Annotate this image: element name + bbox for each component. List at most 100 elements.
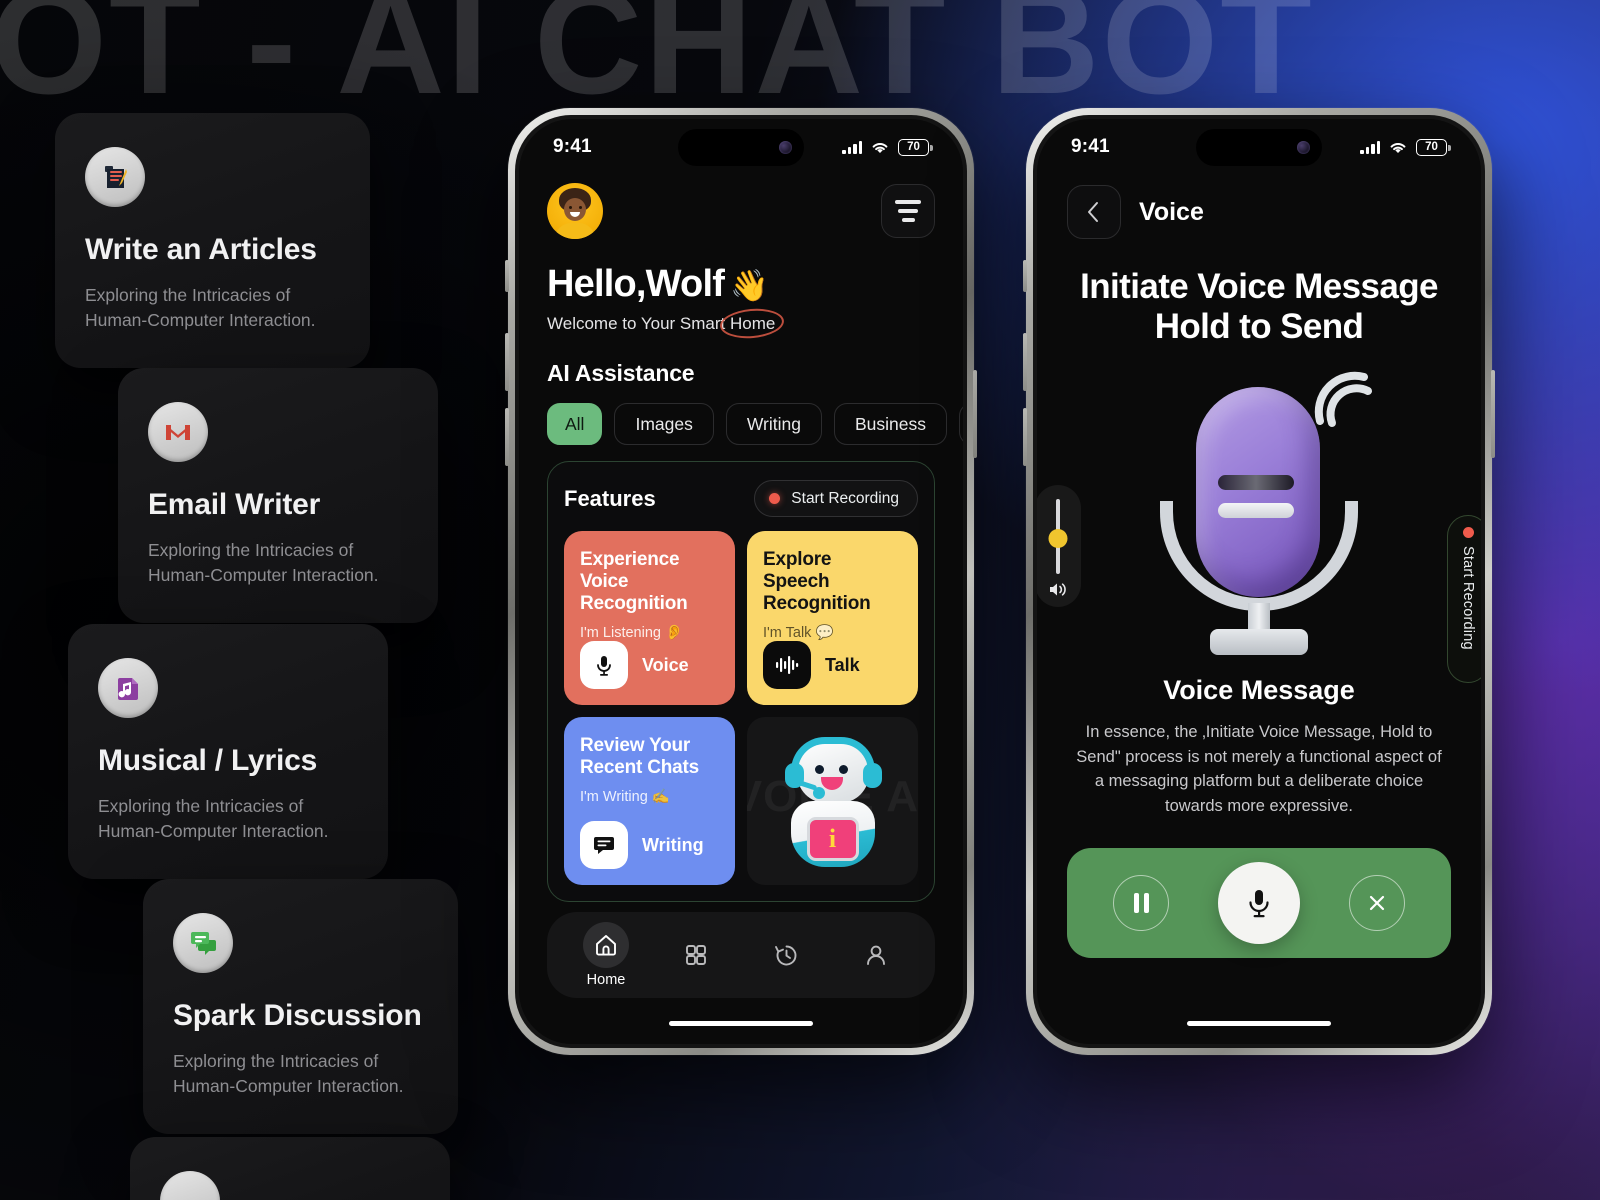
- wave-emoji-icon: 👋: [730, 268, 769, 303]
- feature-card-title: Write an Articles: [85, 233, 317, 266]
- status-bar: 9:41 70: [519, 119, 963, 175]
- nav-item-home[interactable]: Home: [583, 922, 629, 988]
- voice-message-description: In essence, the ‚Initiate Voice Message,…: [1076, 722, 1442, 816]
- start-recording-label: Start Recording: [1460, 546, 1476, 650]
- phone-b-screen: 9:41 70 Voice Initiate Voice Message Hol…: [1037, 119, 1481, 1044]
- slider-knob[interactable]: [1048, 529, 1068, 548]
- volume-up-button[interactable]: [505, 333, 509, 391]
- chat-bubbles-icon: [173, 913, 233, 973]
- start-recording-button[interactable]: Start Recording: [754, 480, 918, 517]
- volume-down-button[interactable]: [1023, 408, 1027, 466]
- tile-title: Explore Speech Recognition: [763, 549, 871, 615]
- tile-subtitle: I'm Talk 💬: [763, 625, 834, 642]
- feature-card-title: Email Writer: [148, 488, 321, 521]
- tile-recent-chats[interactable]: Review Your Recent Chats I'm Writing ✍️: [564, 717, 735, 886]
- chip-business[interactable]: Business: [833, 403, 947, 445]
- dynamic-island: [1196, 129, 1322, 166]
- start-recording-label: Start Recording: [791, 489, 899, 507]
- nav-item-profile[interactable]: [853, 932, 899, 978]
- tile-voice-recognition[interactable]: Experience Voice Recognition I'm Listeni…: [564, 531, 735, 706]
- power-button[interactable]: [1491, 370, 1495, 458]
- close-button[interactable]: [1348, 875, 1405, 931]
- robot-illustration: i: [777, 735, 889, 869]
- front-camera-icon: [1297, 141, 1310, 154]
- pause-button[interactable]: [1113, 875, 1170, 931]
- features-heading: Features: [564, 485, 656, 511]
- tile-robot-mascot[interactable]: VOICE AI: [747, 717, 918, 886]
- home-indicator: [1187, 1021, 1331, 1026]
- tile-speech-recognition[interactable]: Explore Speech Recognition I'm Talk 💬 Ta…: [747, 531, 918, 706]
- tile-action-label: Voice: [642, 654, 689, 675]
- category-chip-row: All Images Writing Business Creative: [547, 403, 963, 445]
- speaker-icon: [1050, 583, 1066, 596]
- feature-card-description: Exploring the Intricacies of Human-Compu…: [148, 540, 379, 586]
- mute-switch[interactable]: [505, 260, 509, 292]
- dynamic-island: [678, 129, 804, 166]
- chip-images[interactable]: Images: [614, 403, 714, 445]
- volume-slider[interactable]: [1037, 485, 1081, 607]
- chevron-left-icon: [1088, 202, 1098, 222]
- mute-switch[interactable]: [1023, 260, 1027, 292]
- feature-card-musical-lyrics[interactable]: Musical / Lyrics Exploring the Intricaci…: [68, 624, 388, 879]
- bottom-navigation-bar: Home: [547, 912, 935, 998]
- menu-icon[interactable]: [881, 184, 935, 238]
- chip-creative[interactable]: Creative: [959, 403, 963, 445]
- greeting-title: Hello,Wolf 👋: [547, 263, 935, 306]
- back-button[interactable]: [1067, 185, 1121, 239]
- slider-track[interactable]: [1048, 499, 1068, 574]
- close-icon: [1369, 895, 1384, 911]
- mic-icon: [1249, 890, 1269, 918]
- record-dot-icon: [1462, 527, 1474, 538]
- section-title-ai-assistance: AI Assistance: [547, 360, 695, 386]
- phone-a-screen: 9:41 70 Hello,Wolf 👋 Welcome to Your Sma…: [519, 119, 963, 1044]
- history-icon: [763, 932, 809, 978]
- feature-card-write-articles[interactable]: Write an Articles Exploring the Intricac…: [55, 113, 370, 368]
- feature-card-list: Write an Articles Exploring the Intricac…: [0, 0, 520, 1200]
- home-icon: [583, 922, 629, 968]
- tile-title: Review Your Recent Chats: [580, 735, 700, 779]
- cellular-signal-icon: [1360, 140, 1380, 154]
- avatar[interactable]: [547, 183, 603, 239]
- chat-icon: [580, 821, 628, 870]
- battery-level: 70: [907, 141, 920, 153]
- home-indicator: [669, 1021, 813, 1026]
- status-time: 9:41: [1071, 136, 1110, 157]
- features-panel: Features Start Recording Experience Voic…: [547, 461, 935, 903]
- record-dot-icon: [769, 493, 781, 504]
- welcome-subtitle: Welcome to Your Smart Home: [547, 306, 786, 341]
- volume-down-button[interactable]: [505, 408, 509, 466]
- feature-card-spark-discussion[interactable]: Spark Discussion Exploring the Intricaci…: [143, 879, 458, 1134]
- status-time: 9:41: [553, 136, 592, 157]
- mic-button[interactable]: [1217, 862, 1300, 944]
- microphone-illustration: [1144, 365, 1374, 665]
- article-write-icon: [85, 147, 145, 207]
- wifi-icon: [872, 142, 888, 153]
- feature-card-title: Musical / Lyrics: [98, 744, 318, 777]
- wifi-icon: [1390, 142, 1406, 153]
- nav-item-grid[interactable]: [673, 932, 719, 978]
- gmail-icon: [148, 402, 208, 462]
- feature-card-title: Spark Discussion: [173, 999, 422, 1032]
- page-title: Voice: [1139, 197, 1204, 226]
- feature-card-partial[interactable]: [130, 1137, 450, 1200]
- phone-voice-screen: 9:41 70 Voice Initiate Voice Message Hol…: [1023, 108, 1495, 1055]
- nav-item-history[interactable]: [763, 932, 809, 978]
- highlight-ellipse: [719, 306, 786, 341]
- tile-action-label: Talk: [825, 654, 860, 675]
- voice-message-title: Voice Message: [1163, 674, 1355, 705]
- feature-card-description: Exploring the Intricacies of Human-Compu…: [98, 796, 329, 842]
- power-button[interactable]: [973, 370, 977, 458]
- sound-wave-icon: [1314, 371, 1372, 427]
- feature-card-email-writer[interactable]: Email Writer Exploring the Intricacies o…: [118, 368, 438, 623]
- start-recording-button-vertical[interactable]: Start Recording: [1447, 515, 1481, 683]
- placeholder-icon: [160, 1171, 220, 1200]
- tile-title: Experience Voice Recognition: [580, 549, 688, 615]
- battery-icon: 70: [898, 138, 933, 156]
- volume-up-button[interactable]: [1023, 333, 1027, 391]
- greeting-text: Hello,Wolf: [547, 263, 725, 305]
- front-camera-icon: [779, 141, 792, 154]
- chip-writing[interactable]: Writing: [725, 403, 822, 445]
- chip-all[interactable]: All: [547, 403, 603, 445]
- feature-card-description: Exploring the Intricacies of Human-Compu…: [85, 285, 316, 331]
- status-bar: 9:41 70: [1037, 119, 1481, 175]
